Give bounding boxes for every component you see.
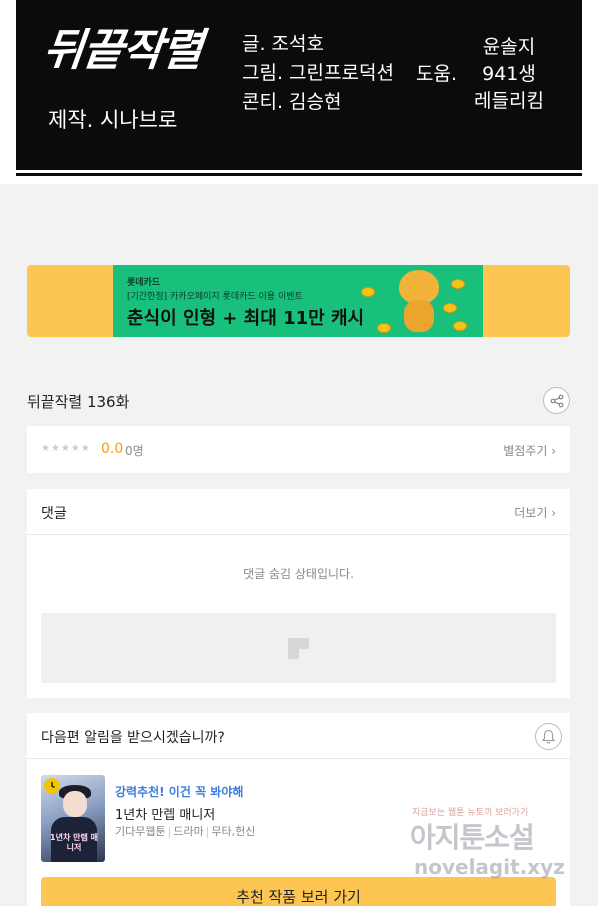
staff-credits: 글. 조석호 그림. 그린프로덕션 콘티. 김승현 [242, 30, 394, 117]
rating-card: ★★★★★ 0.0 0명 별점주기 › [27, 426, 570, 473]
image-placeholder-icon [288, 638, 309, 659]
episode-title: 뒤끝작렬 136화 [27, 393, 130, 411]
coin-icon [377, 323, 391, 333]
ad-title: 춘식이 인형 + 최대 11만 캐시 [127, 308, 365, 329]
bell-icon [541, 729, 556, 744]
ad-brand: 롯데카드 [127, 278, 161, 288]
comment-more-button[interactable]: 더보기 › [514, 504, 556, 521]
watermark-logo: 아지툰소설 [410, 821, 535, 854]
share-icon [550, 394, 563, 407]
star-rating-icon: ★★★★★ [41, 443, 91, 454]
notify-question: 다음편 알림을 받으시겠습니까? [41, 730, 225, 746]
recommendation-thumbnail[interactable]: 1년차 만렙 매니저 [41, 775, 105, 862]
assistant-name: 윤솔지 [482, 36, 536, 58]
share-button[interactable] [543, 387, 570, 414]
wait-free-clock-icon [44, 778, 60, 794]
comment-hidden-notice: 댓글 숨김 상태입니다. [243, 567, 354, 581]
assistant-name: 레들리킴 [474, 90, 544, 112]
notify-button[interactable] [535, 723, 562, 750]
watermark: 지금보는 웹툰 뉴토끼 보러가기 아지툰소설 novelagit.xyz [410, 803, 580, 883]
assistant-list: 윤솔지 941생 레들리킴 [471, 34, 547, 115]
coin-icon [451, 279, 465, 289]
character-doll-icon [397, 270, 441, 334]
assistant-name: 941생 [482, 63, 536, 85]
recommendation-tag: 강력추천! 이건 꼭 봐야해 [115, 785, 244, 799]
coin-icon [443, 303, 457, 313]
rating-count: 0명 [125, 444, 144, 458]
credits-underline [16, 173, 582, 176]
genre-label: 드라마 [173, 825, 204, 838]
recommendation-genres: 기다무웹툰 | 드라마 | 무타,헌신 [115, 825, 256, 838]
notify-header: 다음편 알림을 받으시겠습니까? [27, 713, 570, 759]
credits-box: 뒤끝작렬 제작. 시나브로 글. 조석호 그림. 그린프로덕션 콘티. 김승현 … [16, 0, 582, 170]
writer-credit: 글. 조석호 [242, 33, 324, 55]
ad-banner[interactable]: 롯데카드 [기간한정] 카카오페이지 롯데카드 이용 이벤트 춘식이 인형 + … [27, 265, 570, 337]
genre-label: 무타,헌신 [211, 825, 256, 838]
recommendation-name[interactable]: 1년차 만렙 매니저 [115, 804, 215, 823]
ad-subtitle: [기간한정] 카카오페이지 롯데카드 이용 이벤트 [127, 292, 303, 302]
rating-score: 0.0 [101, 441, 124, 457]
credits-panel: 뒤끝작렬 제작. 시나브로 글. 조석호 그림. 그린프로덕션 콘티. 김승현 … [0, 0, 598, 184]
producer-credit: 제작. 시나브로 [48, 108, 178, 132]
comment-title: 댓글 [41, 506, 67, 522]
ad-banner-content[interactable]: 롯데카드 [기간한정] 카카오페이지 롯데카드 이용 이벤트 춘식이 인형 + … [113, 265, 483, 337]
rate-button[interactable]: 별점주기 › [503, 442, 556, 459]
coin-icon [361, 287, 375, 297]
comment-header: 댓글 더보기 › [27, 489, 570, 535]
ad-placeholder[interactable] [41, 613, 556, 683]
genre-label: 기다무웹툰 [115, 825, 166, 838]
series-logo: 뒤끝작렬 [40, 25, 205, 76]
storyboard-credit: 콘티. 김승현 [242, 91, 342, 113]
watermark-url: novelagit.xyz [414, 855, 565, 879]
thumbnail-title: 1년차 만렙 매니저 [50, 833, 98, 852]
assist-label: 도움. [416, 63, 457, 85]
art-credit: 그림. 그린프로덕션 [242, 62, 394, 84]
coin-icon [453, 321, 467, 331]
comment-card: 댓글 더보기 › 댓글 숨김 상태입니다. [27, 489, 570, 698]
